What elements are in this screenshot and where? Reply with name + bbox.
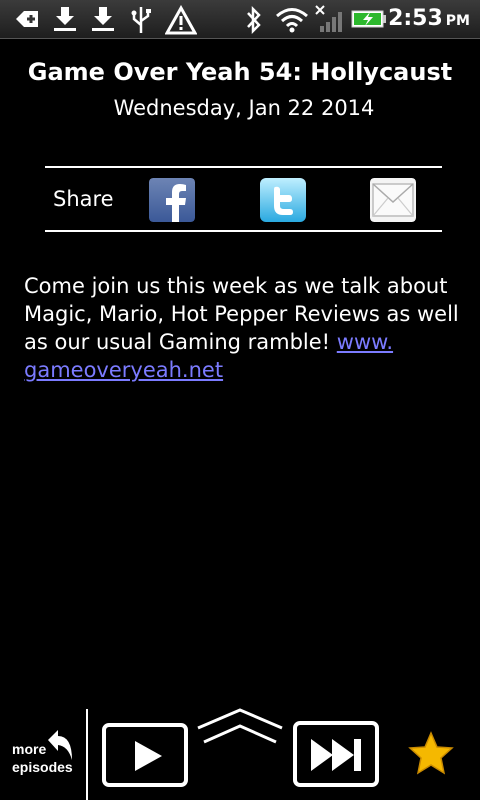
wifi-icon [276,8,308,33]
email-share-button[interactable] [370,178,416,222]
status-bar: 2:53 PM [0,0,480,39]
facebook-share-button[interactable] [149,178,195,222]
download-icon [92,7,114,31]
share-bottom-divider [45,230,442,232]
favorite-star-icon[interactable] [408,731,454,775]
skip-next-button[interactable] [293,721,379,787]
play-icon [135,741,162,771]
status-time: 2:53 PM [388,6,470,31]
usb-debug-icon [16,11,38,27]
skip-next-icon [311,739,361,771]
episode-description: Come join us this week as we talk about … [24,274,459,382]
expand-chevron-icon[interactable] [196,708,284,748]
share-top-divider [45,166,442,168]
twitter-share-button[interactable] [260,178,306,222]
share-label: Share [53,187,114,211]
back-arrow-icon [48,730,72,760]
warning-icon [165,5,197,35]
episode-date: Wednesday, Jan 22 2014 [113,96,375,120]
play-button[interactable] [102,723,188,787]
episode-title: Game Over Yeah 54: Hollycaust [27,58,453,86]
bluetooth-icon [247,5,261,35]
bottom-divider [86,709,88,800]
usb-icon [131,7,151,33]
download-icon [54,7,76,31]
battery-charging-icon [351,10,386,28]
no-signal-icon [315,5,342,32]
